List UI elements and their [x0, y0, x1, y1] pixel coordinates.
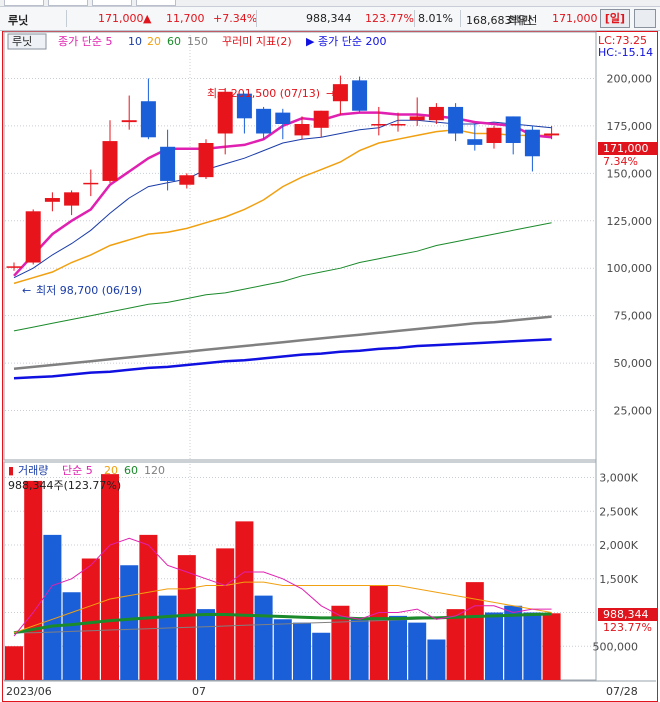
volume-bar	[293, 622, 311, 680]
volume-bar	[197, 609, 215, 680]
volume-tick-label: 2,000K	[599, 539, 638, 552]
volume-bar	[427, 639, 446, 680]
current-price-tag-value: 171,000	[603, 142, 649, 155]
volume-bar	[312, 632, 331, 680]
candle-body	[256, 108, 272, 134]
price-tick-label: 75,000	[614, 310, 653, 323]
candle-body	[64, 192, 80, 206]
legend-bundle-indicator[interactable]: 꾸러미 지표(2)	[222, 35, 292, 48]
candle-body	[179, 175, 195, 185]
legend-ma60[interactable]: 60	[167, 35, 181, 48]
price-tick-label: 200,000	[607, 72, 653, 85]
price-tick-label: 25,000	[614, 405, 653, 418]
candle-body	[313, 110, 329, 128]
volume-bar	[158, 595, 177, 680]
volume-bar	[254, 595, 273, 680]
candle-body	[467, 139, 483, 145]
price-tick-label: 150,000	[607, 167, 653, 180]
volume-bar	[389, 615, 407, 680]
stock-chart[interactable]: 200,000 175,000 150,000 125,000 100,000 75,00…	[0, 0, 660, 702]
date-label-start: 2023/06	[6, 685, 52, 698]
volume-bar	[120, 565, 139, 680]
candle-body	[505, 116, 521, 143]
legend-vol-ma60[interactable]: 60	[124, 464, 138, 477]
volume-bar	[273, 619, 292, 680]
volume-bar	[523, 612, 542, 680]
price-tick-label: 100,000	[607, 262, 653, 275]
candle-body	[294, 124, 310, 136]
volume-tick-label: 1,500K	[599, 573, 638, 586]
volume-bar	[43, 534, 62, 680]
legend-ma150[interactable]: 150	[187, 35, 208, 48]
candle-body	[121, 120, 137, 123]
chart-name-label: 루닛	[12, 35, 32, 48]
legend-ma20[interactable]: 20	[147, 35, 161, 48]
candle-body	[352, 80, 368, 111]
candle-body	[390, 124, 406, 126]
high-arrow-icon: →	[326, 87, 335, 100]
volume-bar	[62, 592, 81, 680]
volume-bar	[24, 480, 43, 680]
volume-bar	[350, 619, 369, 680]
volume-bar	[101, 474, 119, 680]
candle-body	[448, 106, 464, 134]
candle-body	[486, 127, 502, 143]
volume-tag-value: 988,344	[603, 608, 649, 621]
price-tick-label: 50,000	[614, 357, 653, 370]
volume-bar	[81, 558, 100, 680]
volume-bar	[446, 609, 465, 680]
low-annotation: 최저 98,700 (06/19)	[36, 284, 142, 297]
volume-bar	[465, 582, 484, 680]
legend-volume-icon: ▮	[8, 464, 14, 477]
legend-volume[interactable]: 거래량	[18, 464, 48, 477]
legend-vol-ma5[interactable]: 단순 5	[62, 464, 93, 477]
volume-tick-label: 500,000	[593, 640, 639, 653]
low-arrow-icon: ←	[22, 284, 31, 297]
candle-body	[140, 101, 156, 138]
volume-bar	[369, 585, 388, 680]
candle-body	[160, 146, 176, 181]
date-label-end: 07/28	[606, 685, 638, 698]
candle-body	[275, 112, 291, 125]
volume-bar	[235, 521, 254, 680]
legend-ma10[interactable]: 10	[128, 35, 142, 48]
candle-body	[428, 106, 444, 121]
current-price-tag-pct: 7.34%	[603, 155, 638, 168]
volume-bar	[408, 622, 427, 680]
candle-body	[371, 124, 387, 126]
legend-ma200-icon: ▶	[306, 35, 315, 48]
candle-body	[198, 142, 214, 178]
candle-body	[6, 266, 22, 268]
candle-body	[544, 133, 560, 136]
high-annotation: 최고 201,500 (07/13)	[207, 87, 320, 100]
candle-body	[409, 116, 425, 121]
price-axis: 200,000 175,000 150,000 125,000 100,000 75,00…	[607, 72, 653, 417]
legend-ma200[interactable]: 종가 단순 200	[318, 35, 386, 48]
volume-bar	[542, 613, 561, 680]
volume-tick-label: 3,000K	[599, 472, 638, 485]
legend-ma5[interactable]: 종가 단순 5	[58, 35, 112, 48]
volume-tag-pct: 123.77%	[603, 621, 652, 634]
price-tick-label: 175,000	[607, 120, 653, 133]
price-tick-label: 125,000	[607, 215, 653, 228]
date-label-july: 07	[192, 685, 206, 698]
legend-vol-ma20[interactable]: 20	[104, 464, 118, 477]
legend-vol-ma120[interactable]: 120	[144, 464, 165, 477]
candle-body	[524, 129, 540, 157]
hc-readout: HC:-15.14	[598, 46, 653, 59]
candle-body	[102, 141, 118, 181]
volume-readout: 988,344주(123.77%)	[8, 479, 121, 492]
volume-bar	[139, 534, 158, 680]
volume-bar	[485, 612, 503, 680]
candle-body	[25, 211, 41, 263]
volume-bar	[5, 646, 23, 680]
volume-tick-label: 2,500K	[599, 505, 638, 518]
candle-body	[44, 198, 60, 202]
candle-body	[83, 182, 99, 185]
